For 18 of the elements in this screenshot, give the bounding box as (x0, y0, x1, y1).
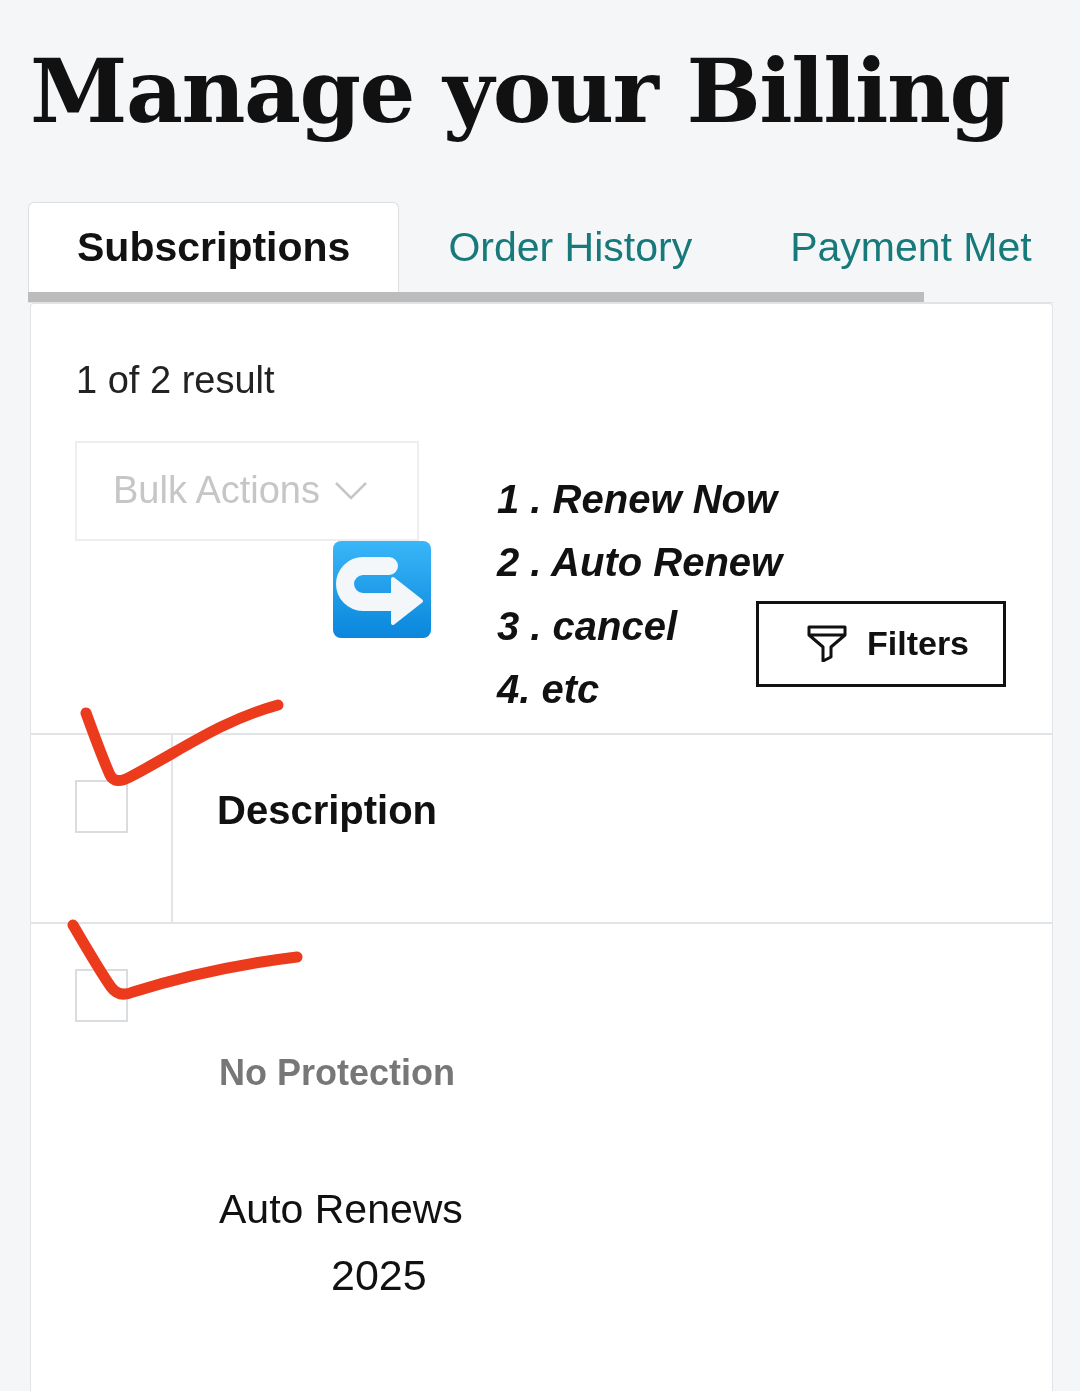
tab[interactable]: Payment Met (741, 201, 1080, 292)
results-count: 1 of 2 result (76, 357, 275, 403)
filters-button[interactable]: Filters (756, 600, 1006, 687)
handwritten-list-item: 2 . Auto Renew (497, 539, 783, 587)
handwritten-list-item: 1 . Renew Now (497, 475, 778, 523)
chevron-down-icon (334, 481, 368, 501)
funnel-icon (807, 625, 847, 663)
tab[interactable]: Order History (399, 201, 742, 292)
renewal-year: 2025 (331, 1250, 427, 1299)
handwritten-list-item: 4. etc (497, 666, 600, 714)
checkbox[interactable] (75, 779, 128, 833)
tab[interactable]: Subscriptions (28, 201, 400, 292)
column-header: Description (217, 786, 438, 834)
protection-status: No Protection (219, 1050, 455, 1094)
renewal-text: Auto Renews (219, 1184, 463, 1234)
handwritten-list-item: 3 . cancel (497, 602, 678, 650)
scrollbar-thumb[interactable] (28, 291, 924, 302)
page-title: Manage your Billing (30, 39, 1011, 145)
